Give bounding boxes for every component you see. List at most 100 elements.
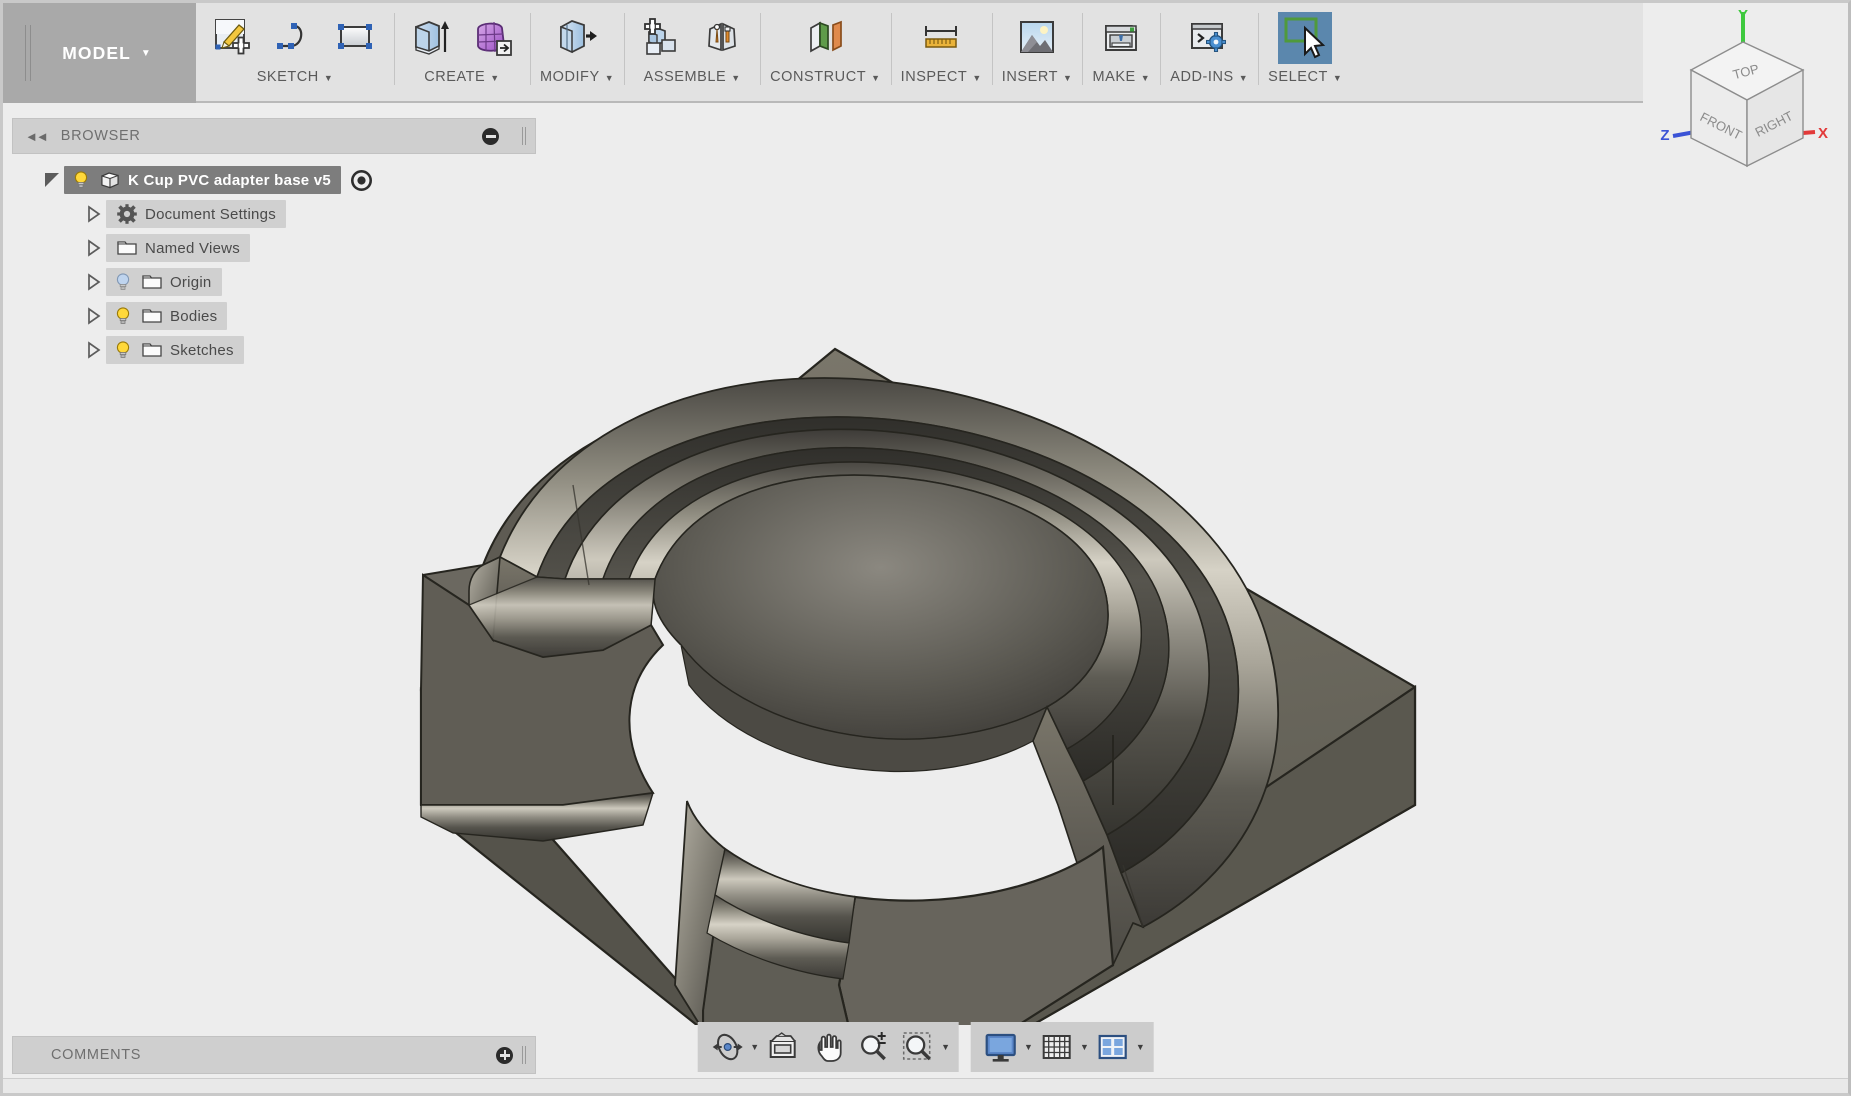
insert-image-icon[interactable] [1010,12,1064,64]
tree-row-origin[interactable]: Origin [12,265,536,299]
view-cube[interactable]: Y X Z TOP FRONT RIGHT [1643,4,1843,182]
axis-label-z: Z [1660,127,1669,144]
chevron-down-icon[interactable]: ▼ [750,1042,759,1052]
expand-arrow-closed-icon[interactable] [82,236,106,260]
tree-item-label: Origin [170,273,212,291]
viewport-layout-control[interactable]: ▼ [1092,1027,1145,1067]
expand-arrow-closed-icon[interactable] [82,338,106,362]
display-settings-icon[interactable] [980,1027,1022,1067]
viewport-layout-icon[interactable] [1092,1027,1134,1067]
chevron-down-icon[interactable]: ▼ [1136,1042,1145,1052]
chevron-down-icon[interactable]: ▼ [1063,73,1072,83]
chevron-down-icon[interactable]: ▼ [605,73,614,83]
expand-arrow-closed-icon[interactable] [82,270,106,294]
zoom-icon[interactable] [852,1027,894,1067]
new-component-icon[interactable] [634,12,688,64]
tree-row-sketches[interactable]: Sketches [12,333,536,367]
tree-item-document-settings[interactable]: Document Settings [106,200,286,228]
toolbar-group-insert: INSERT ▼ [991,3,1083,101]
workspace-label: MODEL [62,42,131,63]
expand-arrow-closed-icon[interactable] [82,304,106,328]
tree-item-named-views[interactable]: Named Views [106,234,251,262]
caption-text: ASSEMBLE [643,69,727,85]
toolbar-caption-assemble[interactable]: ASSEMBLE ▼ [644,69,741,85]
browser-tree: K Cup PVC adapter base v5 Document Setti… [12,154,536,367]
chevron-down-icon[interactable]: ▼ [1024,1042,1033,1052]
lightbulb-off-icon[interactable] [112,271,134,293]
fit-control[interactable]: ▼ [897,1027,950,1067]
orbit-control[interactable]: ▼ [706,1027,759,1067]
orbit-icon[interactable] [706,1027,748,1067]
chevron-down-icon[interactable]: ▼ [731,73,740,83]
chevron-down-icon[interactable]: ▼ [941,1042,950,1052]
toolbar-group-make: MAKE ▼ [1082,3,1160,101]
joint-icon[interactable] [696,12,750,64]
grid-snaps-control[interactable]: ▼ [1036,1027,1089,1067]
toolbar-caption-select[interactable]: SELECT ▼ [1268,69,1342,85]
chevron-down-icon[interactable]: ▼ [1141,73,1150,83]
tree-row-named-views[interactable]: Named Views [12,231,536,265]
tree-row-bodies[interactable]: Bodies [12,299,536,333]
toolbar-caption-construct[interactable]: CONSTRUCT ▼ [770,69,880,85]
toolbar-caption-create[interactable]: CREATE ▼ [424,69,500,85]
expand-arrow-open-icon[interactable] [40,168,64,192]
chevron-down-icon[interactable]: ▼ [1239,73,1248,83]
create-sketch-icon[interactable] [206,12,260,64]
grip-handle-icon[interactable] [24,25,33,81]
bottom-status-strip [3,1079,1848,1093]
spline-icon[interactable] [268,12,322,64]
chevron-down-icon[interactable]: ▼ [871,73,880,83]
toolbar-caption-sketch[interactable]: SKETCH ▼ [257,69,334,85]
create-form-icon[interactable] [466,12,520,64]
toolbar-caption-inspect[interactable]: INSPECT ▼ [901,69,982,85]
tree-row-root[interactable]: K Cup PVC adapter base v5 [12,163,536,197]
pan-hand-icon[interactable] [807,1027,849,1067]
chevron-down-icon[interactable]: ▼ [1333,73,1342,83]
double-chevron-left-icon[interactable]: ◄◄ [25,129,49,144]
3d-print-icon[interactable] [1094,12,1148,64]
tree-item-origin[interactable]: Origin [106,268,222,296]
comments-panel[interactable]: COMMENTS [12,1036,536,1074]
select-window-icon[interactable] [1278,12,1333,64]
toolbar-caption-make[interactable]: MAKE ▼ [1092,69,1150,85]
toolbar-caption-insert[interactable]: INSERT ▼ [1002,69,1073,85]
chevron-down-icon[interactable]: ▼ [324,73,333,83]
comments-title: COMMENTS [51,1047,142,1063]
extrude-icon[interactable] [404,12,458,64]
folder-icon [116,237,138,259]
workspace-selector[interactable]: MODEL ▼ [3,3,196,103]
look-at-icon[interactable] [762,1027,804,1067]
add-comment-icon[interactable] [496,1046,513,1064]
toolbar-group-inspect: INSPECT ▼ [890,3,992,101]
scripts-addins-icon[interactable] [1182,12,1236,64]
toolbar-caption-modify[interactable]: MODIFY ▼ [540,69,614,85]
offset-plane-icon[interactable] [798,12,852,64]
grid-snaps-icon[interactable] [1036,1027,1078,1067]
caption-text: MODIFY [540,69,600,85]
resize-grip-icon[interactable] [521,127,527,145]
toolbar-caption-addins[interactable]: ADD-INS ▼ [1170,69,1248,85]
chevron-down-icon[interactable]: ▼ [141,48,151,59]
caption-text: CREATE [424,69,486,85]
rectangle-icon[interactable] [330,12,384,64]
browser-header[interactable]: ◄◄ BROWSER [12,118,536,154]
chevron-down-icon[interactable]: ▼ [1080,1042,1089,1052]
lightbulb-on-icon[interactable] [70,169,92,191]
lightbulb-on-icon[interactable] [112,339,134,361]
expand-arrow-closed-icon[interactable] [82,202,106,226]
collapse-all-icon[interactable] [482,127,499,145]
tree-row-document-settings[interactable]: Document Settings [12,197,536,231]
measure-icon[interactable] [914,12,968,64]
tree-item-sketches[interactable]: Sketches [106,336,244,364]
resize-grip-icon[interactable] [521,1046,527,1064]
display-settings-control[interactable]: ▼ [980,1027,1033,1067]
chevron-down-icon[interactable]: ▼ [972,73,981,83]
lightbulb-on-icon[interactable] [112,305,134,327]
press-pull-icon[interactable] [550,12,604,64]
tree-item-root[interactable]: K Cup PVC adapter base v5 [64,166,341,194]
chevron-down-icon[interactable]: ▼ [490,73,499,83]
activate-component-icon[interactable] [350,169,373,192]
tree-item-bodies[interactable]: Bodies [106,302,228,330]
toolbar-group-construct: CONSTRUCT ▼ [760,3,890,101]
fit-icon[interactable] [897,1027,939,1067]
